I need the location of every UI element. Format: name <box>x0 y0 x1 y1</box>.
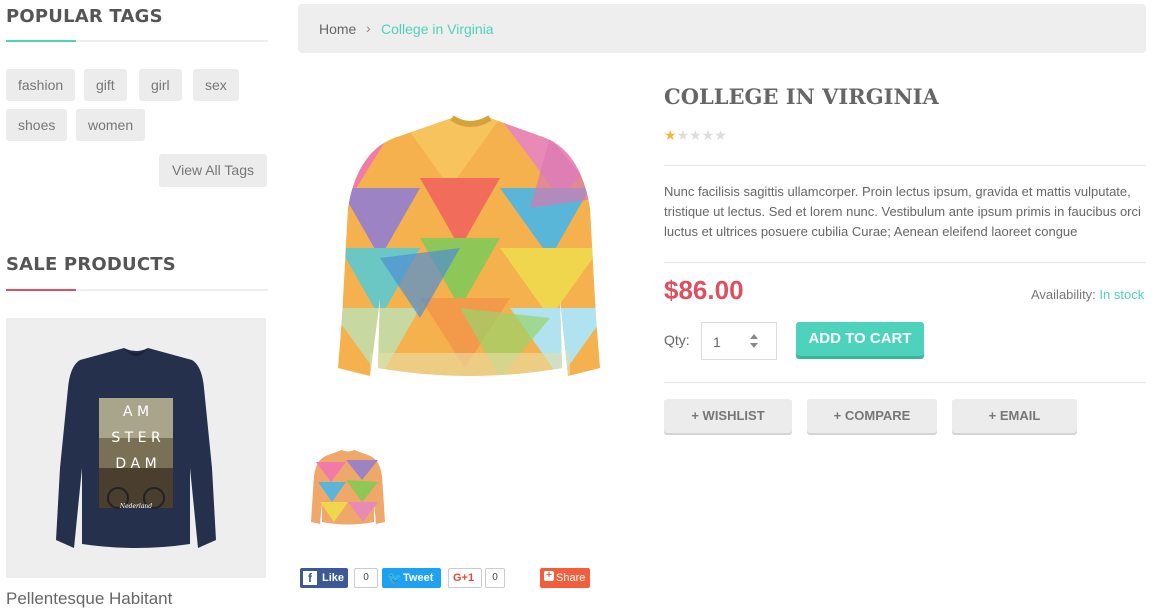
share-icon: + <box>544 571 554 581</box>
facebook-like-label: Like <box>322 572 345 584</box>
thumbnail-sweater-image <box>311 450 385 525</box>
tweet-label: Tweet <box>403 572 434 584</box>
divider <box>664 382 1146 383</box>
sale-products-rule <box>6 289 268 291</box>
star-icon: ★ <box>664 127 677 143</box>
availability: Availability: In stock <box>1031 287 1144 302</box>
tag-girl[interactable]: girl <box>139 69 182 101</box>
share-button[interactable]: + Share <box>540 568 590 588</box>
tweet-button[interactable]: 🐦 Tweet <box>382 568 441 588</box>
tag-gift[interactable]: gift <box>84 69 127 101</box>
google-plus-count: 0 <box>485 568 505 588</box>
star-icon: ★ <box>701 127 715 143</box>
tag-shoes[interactable]: shoes <box>6 109 68 141</box>
sale-product-name[interactable]: Pellentesque Habitant <box>6 589 172 609</box>
sale-products-title: SALE PRODUCTS <box>6 254 176 275</box>
facebook-like-button[interactable]: f Like <box>300 568 348 588</box>
availability-label: Availability: <box>1031 287 1096 302</box>
qty-value: 1 <box>713 334 721 350</box>
star-icon: ★ <box>676 127 690 143</box>
sale-products-accent <box>6 289 76 291</box>
tag-sex[interactable]: sex <box>193 69 239 101</box>
star-icon: ★ <box>714 127 727 143</box>
sweater-print-line-4: Nederland <box>119 503 152 510</box>
wishlist-button[interactable]: + WISHLIST <box>664 399 792 433</box>
facebook-icon: f <box>303 571 317 585</box>
divider <box>664 165 1146 166</box>
sidebar: POPULAR TAGS fashion gift girl sex shoes… <box>6 0 268 613</box>
product-rating: ★★★★★ <box>664 127 727 145</box>
email-button[interactable]: + EMAIL <box>952 399 1077 433</box>
share-label: Share <box>556 572 586 584</box>
breadcrumb: Home › College in Virginia <box>298 4 1146 53</box>
compare-button[interactable]: + COMPARE <box>807 399 937 433</box>
availability-value: In stock <box>1099 287 1145 302</box>
google-plus-button[interactable]: G+1 <box>448 568 482 588</box>
product-main-image[interactable] <box>300 78 635 413</box>
breadcrumb-separator: › <box>366 20 371 36</box>
qty-label: Qty: <box>664 332 690 348</box>
view-all-tags-button[interactable]: View All Tags <box>159 154 267 187</box>
google-plus-icon: G+1 <box>453 572 475 584</box>
tag-fashion[interactable]: fashion <box>6 69 76 101</box>
sweater-print-line-2: S T E R <box>111 430 161 446</box>
navy-sweater-image: A M S T E R D A M Nederland <box>56 348 216 548</box>
popular-tags-accent <box>6 40 76 42</box>
popular-tags-title: POPULAR TAGS <box>6 6 163 27</box>
sale-product-image[interactable]: A M S T E R D A M Nederland <box>6 318 266 578</box>
star-icon: ★ <box>689 127 702 143</box>
breadcrumb-home[interactable]: Home <box>319 21 356 37</box>
product-price: $86.00 <box>664 275 744 305</box>
facebook-like-count: 0 <box>354 568 378 588</box>
quantity-stepper[interactable]: 1 <box>701 322 777 360</box>
breadcrumb-current[interactable]: College in Virginia <box>381 21 494 37</box>
social-bar: f Like 0 🐦 Tweet G+1 0 + Share <box>300 568 600 590</box>
tag-women[interactable]: women <box>76 109 146 141</box>
geometric-sweater-image <box>338 115 600 376</box>
divider <box>664 262 1146 263</box>
twitter-icon: 🐦 <box>387 571 402 585</box>
sweater-print-line-1: A M <box>123 404 149 420</box>
add-to-cart-button[interactable]: ADD TO CART <box>796 322 924 356</box>
sweater-print-line-3: D A M <box>115 456 156 472</box>
product-description: Nunc facilisis sagittis ullamcorper. Pro… <box>664 184 1141 239</box>
product-title: COLLEGE IN VIRGINIA <box>664 84 939 109</box>
popular-tags-rule <box>6 40 268 42</box>
product-thumbnail[interactable] <box>306 442 391 532</box>
qty-spinner-icon[interactable] <box>749 333 759 349</box>
